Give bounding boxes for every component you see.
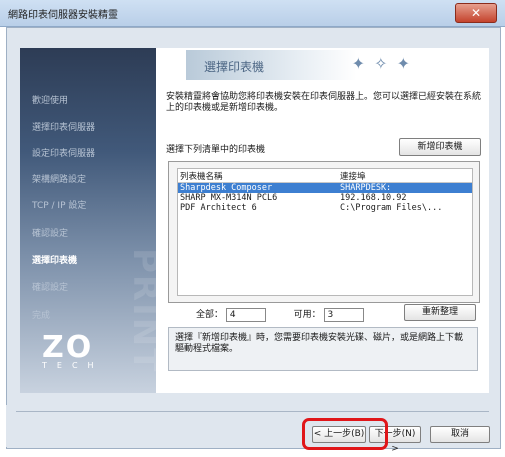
page-banner: 選擇印表機 ✦ ✧ ✦	[186, 50, 430, 80]
sidebar-item-select-server: 選擇印表伺服器	[32, 123, 96, 133]
cancel-button[interactable]: 取消	[430, 426, 490, 443]
sidebar-item-network-settings: 架構網路設定	[32, 175, 87, 185]
column-header-printer-name[interactable]: 列表機名稱	[180, 170, 338, 182]
printer-name: PDF Architect 6	[180, 203, 257, 213]
select-printer-label: 選擇下列清單中的印表機	[166, 145, 266, 155]
window-title: 網路印表伺服器安裝精靈	[8, 10, 118, 21]
zotech-logo: ZO TECH	[42, 330, 122, 370]
printer-port: C:\Program Files\...	[340, 203, 443, 213]
printer-port: SHARPDESK:	[340, 183, 392, 193]
sidebar-watermark: PRINT	[125, 248, 156, 374]
sidebar-item-welcome: 歡迎使用	[32, 96, 69, 106]
sidebar-item-confirm-settings: 確認設定	[32, 229, 69, 239]
close-button[interactable]: ✕	[455, 3, 497, 23]
wizard-sidebar: PRINT 歡迎使用 選擇印表伺服器 設定印表伺服器 架構網路設定 TCP / …	[20, 48, 156, 393]
logo-mark: ZO	[42, 330, 94, 365]
column-header-port[interactable]: 連接埠	[340, 170, 470, 182]
footer-divider	[16, 411, 489, 412]
total-label: 全部：	[196, 310, 224, 320]
table-row[interactable]: SHARP MX-M314N PCL6 192.168.10.92	[178, 193, 472, 203]
list-header: 列表機名稱 連接埠	[178, 169, 472, 183]
banner-decoration-icon: ✦ ✧ ✦	[351, 54, 412, 73]
printer-port: 192.168.10.92	[340, 193, 407, 203]
sidebar-item-tcpip-settings: TCP / IP 設定	[32, 201, 87, 211]
printer-list-panel: 列表機名稱 連接埠 Sharpdesk Composer SHARPDESK: …	[168, 161, 480, 303]
add-printer-button[interactable]: 新增印表機	[399, 138, 481, 156]
printer-counts: 全部： 4 可用： 3	[196, 307, 364, 322]
back-button-highlight	[302, 418, 388, 450]
wizard-content: 選擇印表機 ✦ ✧ ✦ 安裝精靈將會協助您將印表機安裝在印表伺服器上。您可以選擇…	[156, 48, 489, 393]
page-description: 安裝精靈將會協助您將印表機安裝在印表伺服器上。您可以選擇已經安裝在系統上的印表機…	[166, 92, 482, 113]
table-row[interactable]: Sharpdesk Composer SHARPDESK:	[178, 183, 472, 193]
logo-text: TECH	[42, 361, 104, 370]
printer-name: Sharpdesk Composer	[180, 183, 273, 193]
printer-list[interactable]: 列表機名稱 連接埠 Sharpdesk Composer SHARPDESK: …	[177, 168, 473, 296]
total-count-field: 4	[225, 307, 266, 322]
sidebar-item-finish: 完成	[32, 311, 51, 321]
title-bar: 網路印表伺服器安裝精靈 ✕	[0, 0, 505, 27]
info-note: 選擇『新增印表機』時，您需要印表機安裝光碟、磁片，或是網路上下載驅動程式檔案。	[168, 327, 478, 371]
available-count-field: 3	[323, 307, 364, 322]
sidebar-item-select-printer: 選擇印表機	[32, 256, 78, 266]
printer-name: SHARP MX-M314N PCL6	[180, 193, 278, 203]
table-row[interactable]: PDF Architect 6 C:\Program Files\...	[178, 203, 472, 213]
refresh-button[interactable]: 重新整理	[404, 304, 476, 321]
sidebar-item-confirm: 確認設定	[32, 283, 69, 293]
page-title: 選擇印表機	[204, 60, 265, 74]
sidebar-item-configure-server: 設定印表伺服器	[32, 149, 96, 159]
wizard-footer	[6, 405, 499, 447]
available-label: 可用：	[293, 310, 321, 320]
